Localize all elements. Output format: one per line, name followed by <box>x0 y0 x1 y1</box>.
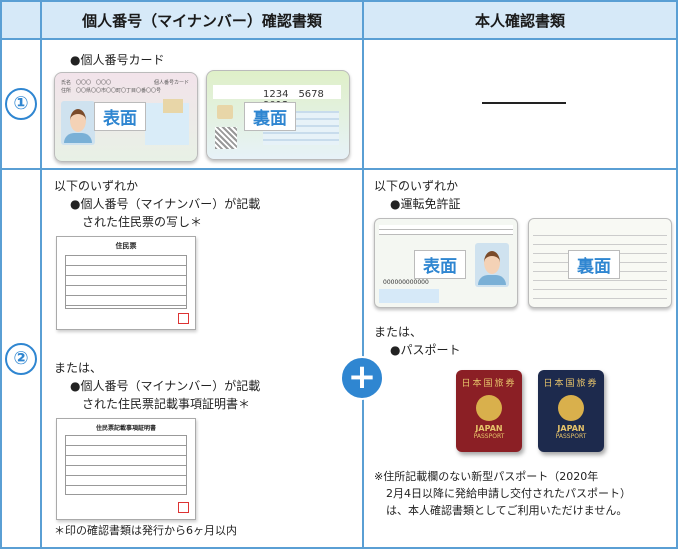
seal-stamp <box>178 502 189 513</box>
identity-row2-cell: 以下のいずれか ●運転免許証 000000000000 表面 裏面 または、 ●… <box>362 168 678 549</box>
license-front-label: 表面 <box>414 250 466 279</box>
license-number: 000000000000 <box>383 279 429 286</box>
chrysanthemum-emblem-icon <box>476 395 502 421</box>
doc1-title: 住民票 <box>115 242 137 250</box>
person-photo-icon <box>475 243 509 287</box>
intro-text: 以下のいずれか <box>374 179 459 193</box>
passport-note-line1: ※住所記載欄のない新型パスポート（2020年 <box>374 470 599 483</box>
or-text: または、 <box>374 325 423 339</box>
header-identity: 本人確認書類 <box>362 0 678 40</box>
item1-line1: ●個人番号（マイナンバー）が記載 <box>70 197 261 211</box>
certificate-of-entry-image: 住民票記載事項証明書 <box>56 418 196 520</box>
qr-code-icon <box>215 127 237 149</box>
chrysanthemum-emblem-icon <box>558 395 584 421</box>
passport-title: 日本国旅券 <box>461 379 517 389</box>
documents-table: 個人番号（マイナンバー）確認書類 本人確認書類 ① ●個人番号カード 氏名 〇〇… <box>0 0 678 549</box>
row-number-cell: ② <box>0 168 42 549</box>
person-photo-icon <box>61 101 95 145</box>
passport-sub-text: PASSPORT <box>555 433 587 440</box>
item1-line2: された住民票の写し＊ <box>82 215 203 229</box>
front-label: 表面 <box>94 102 146 131</box>
license-back-label: 裏面 <box>568 250 620 279</box>
item-passport: ●パスポート <box>390 343 461 357</box>
passport-note-line2: 2月4日以降に発給申請し交付されたパスポート） <box>386 487 631 500</box>
doc2-title: 住民票記載事項証明書 <box>95 425 156 432</box>
item-drivers-license: ●運転免許証 <box>390 197 461 211</box>
residence-certificate-cell: 以下のいずれか ●個人番号（マイナンバー）が記載 された住民票の写し＊ 住民票 … <box>40 168 364 549</box>
row-number-2: ② <box>5 342 37 375</box>
validity-note: ＊印の確認書類は発行から6ヶ月以内 <box>54 524 237 537</box>
header-blank <box>0 0 42 40</box>
passport-red-image: 日本国旅券 JAPAN PASSPORT <box>456 370 522 452</box>
card-front-title: 個人番号カード <box>153 80 189 86</box>
item2-line2: された住民票記載事項証明書＊ <box>82 397 251 411</box>
passport-note-line3: は、本人確認書類としてご利用いただけません。 <box>386 504 628 517</box>
passport-note: ※住所記載欄のない新型パスポート（2020年 2月4日以降に発給申請し交付された… <box>374 468 631 519</box>
item2-line1: ●個人番号（マイナンバー）が記載 <box>70 379 261 393</box>
bullet-mynumber-card: ●個人番号カード <box>70 53 165 67</box>
passport-sub-text: PASSPORT <box>473 433 505 440</box>
passport-japan-text: JAPAN <box>475 424 503 433</box>
table-row: ① ●個人番号カード 氏名 〇〇〇 〇〇〇 住所 〇〇県〇〇市〇〇町〇丁目〇番〇… <box>0 38 678 170</box>
header-mynumber: 個人番号（マイナンバー）確認書類 <box>40 0 364 40</box>
intro-text: 以下のいずれか <box>54 179 139 193</box>
card-chip-icon <box>163 99 183 113</box>
passport-navy-image: 日本国旅券 JAPAN PASSPORT <box>538 370 604 452</box>
plus-icon: + <box>340 356 384 400</box>
row-number-1: ① <box>5 88 37 120</box>
residence-certificate-image: 住民票 <box>56 236 196 330</box>
identity-row1-cell <box>362 38 678 170</box>
seal-stamp <box>178 313 189 324</box>
card-front-text: 氏名 〇〇〇 〇〇〇 住所 〇〇県〇〇市〇〇町〇丁目〇番〇〇号 <box>61 80 162 94</box>
page: 個人番号（マイナンバー）確認書類 本人確認書類 ① ●個人番号カード 氏名 〇〇… <box>0 0 680 549</box>
passport-title: 日本国旅券 <box>543 379 599 389</box>
table-row: ② 以下のいずれか ●個人番号（マイナンバー）が記載 された住民票の写し＊ 住民… <box>0 168 678 549</box>
passport-japan-text: JAPAN <box>557 424 585 433</box>
row-number-cell: ① <box>0 38 42 170</box>
back-label: 裏面 <box>244 102 296 131</box>
mynumber-card-cell: ●個人番号カード 氏名 〇〇〇 〇〇〇 住所 〇〇県〇〇市〇〇町〇丁目〇番〇〇号… <box>40 38 364 170</box>
card-chip-icon <box>217 105 233 119</box>
or-text: または、 <box>54 361 103 375</box>
not-required-dash <box>482 102 566 104</box>
